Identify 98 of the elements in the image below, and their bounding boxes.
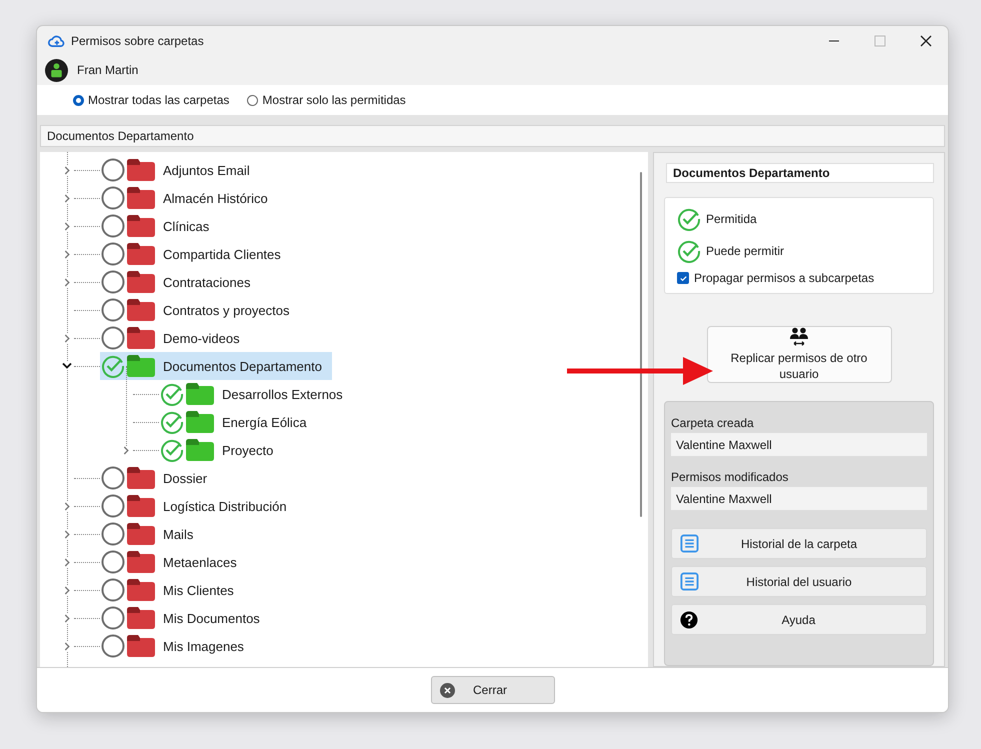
tree-item[interactable]: Dossier	[100, 464, 218, 492]
chevron-right-icon[interactable]	[64, 642, 70, 650]
chevron-right-icon[interactable]	[64, 250, 70, 258]
action-button[interactable]: Ayuda	[671, 604, 927, 635]
empty-circle-icon[interactable]	[101, 298, 125, 322]
document-list-icon	[680, 572, 699, 591]
empty-circle-icon[interactable]	[101, 270, 125, 294]
tree-item[interactable]: Documentos Departamento	[100, 352, 332, 380]
tree-item[interactable]: Proyecto	[159, 436, 284, 464]
check-circle-icon[interactable]	[101, 354, 125, 378]
propagate-checkbox[interactable]: Propagar permisos a subcarpetas	[677, 271, 921, 285]
close-button[interactable]: Cerrar	[430, 676, 554, 704]
user-avatar-icon	[45, 58, 68, 82]
empty-circle-icon[interactable]	[101, 158, 125, 182]
folder-name: Compartida Clientes	[163, 246, 281, 262]
folder-name: Adjuntos Email	[163, 162, 250, 178]
permission-label: Puede permitir	[706, 244, 784, 258]
chevron-right-icon[interactable]	[64, 530, 70, 538]
chevron-right-icon[interactable]	[64, 278, 70, 286]
folder-name: Desarrollos Externos	[222, 386, 343, 402]
window-title: Permisos sobre carpetas	[71, 34, 205, 48]
folder-name: Mis Documentos	[163, 610, 260, 626]
check-circle-icon[interactable]	[160, 410, 184, 434]
tree-item[interactable]: Logística Distribución	[100, 492, 297, 520]
folder-name: Documentos Departamento	[163, 358, 322, 374]
tree-item[interactable]: Contrataciones	[100, 268, 260, 296]
people-icon	[789, 327, 809, 347]
chevron-down-icon[interactable]	[62, 362, 72, 370]
tree-item[interactable]: Adjuntos Email	[100, 156, 260, 184]
chevron-right-icon[interactable]	[64, 502, 70, 510]
tree-item[interactable]: Mis Imagenes	[100, 632, 254, 660]
radio-option[interactable]: Mostrar solo las permitidas	[247, 93, 406, 107]
tree-item[interactable]: Mails	[100, 520, 204, 548]
chevron-right-icon[interactable]	[64, 166, 70, 174]
chevron-right-icon[interactable]	[64, 194, 70, 202]
tree-item[interactable]: Demo-videos	[100, 324, 250, 352]
folder-name-field: Documentos Departamento	[666, 163, 934, 183]
empty-circle-icon[interactable]	[101, 550, 125, 574]
folder-name: Logística Distribución	[163, 498, 287, 514]
chevron-right-icon[interactable]	[64, 222, 70, 230]
chevron-right-icon[interactable]	[64, 334, 70, 342]
check-circle-icon[interactable]	[160, 438, 184, 462]
chevron-right-icon[interactable]	[64, 558, 70, 566]
empty-circle-icon[interactable]	[101, 606, 125, 630]
folder-name: Clínicas	[163, 218, 210, 234]
tree-item[interactable]: Mis Clientes	[100, 576, 244, 604]
tree-item[interactable]: Clínicas	[100, 212, 220, 240]
tree-item[interactable]: Desarrollos Externos	[159, 380, 353, 408]
path-field: Documentos Departamento	[40, 125, 945, 147]
folder-name: Mails	[163, 526, 194, 542]
empty-circle-icon[interactable]	[101, 522, 125, 546]
tree-item[interactable]: Almacén Histórico	[100, 184, 278, 212]
folder-name: Mis Clientes	[163, 582, 234, 598]
value-field: Valentine Maxwell	[671, 433, 927, 456]
field-label: Permisos modificados	[671, 470, 790, 484]
permission-label: Permitida	[706, 212, 757, 226]
close-icon[interactable]	[920, 34, 932, 46]
close-icon	[440, 682, 454, 698]
action-button[interactable]: Historial de la carpeta	[671, 528, 927, 559]
action-button[interactable]: Historial del usuario	[671, 566, 927, 597]
empty-circle-icon[interactable]	[101, 214, 125, 238]
empty-circle-icon[interactable]	[101, 466, 125, 490]
folder-name: Metaenlaces	[163, 554, 237, 570]
check-circle-icon[interactable]	[677, 238, 701, 262]
check-circle-icon[interactable]	[677, 206, 701, 230]
cloud-icon	[48, 34, 65, 46]
folder-name: Contrataciones	[163, 274, 250, 290]
tree-item[interactable]: Energía Eólica	[159, 408, 317, 436]
chevron-right-icon[interactable]	[64, 614, 70, 622]
empty-circle-icon[interactable]	[101, 634, 125, 658]
empty-circle-icon[interactable]	[101, 578, 125, 602]
empty-circle-icon[interactable]	[101, 326, 125, 350]
radio-option[interactable]: Mostrar todas las carpetas	[73, 93, 230, 107]
tree-item[interactable]: Compartida Clientes	[100, 240, 291, 268]
tree-item[interactable]: Metaenlaces	[100, 548, 247, 576]
folder-name: Proyecto	[222, 442, 274, 458]
folder-name: Mis Imagenes	[163, 638, 244, 654]
tree-item[interactable]: Mis Documentos	[100, 604, 270, 632]
folder-name: Demo-videos	[163, 330, 240, 346]
empty-circle-icon[interactable]	[101, 242, 125, 266]
chevron-right-icon[interactable]	[122, 446, 130, 454]
scrollbar-thumb[interactable]	[640, 172, 642, 517]
empty-circle-icon[interactable]	[101, 494, 125, 518]
folder-name: Energía Eólica	[222, 414, 307, 430]
chevron-right-icon[interactable]	[64, 586, 70, 594]
check-circle-icon[interactable]	[160, 382, 184, 406]
document-list-icon	[680, 534, 699, 553]
replicate-button[interactable]: Replicar permisos de otro usuario	[706, 326, 892, 383]
folder-name: Contratos y proyectos	[163, 302, 290, 318]
checkmark-icon	[678, 274, 688, 282]
help-icon	[680, 610, 698, 628]
user-name: Fran Martin	[77, 63, 138, 77]
folder-name: Almacén Histórico	[163, 190, 268, 206]
tree-item[interactable]: Contratos y proyectos	[100, 296, 300, 324]
empty-circle-icon[interactable]	[101, 186, 125, 210]
value-field: Valentine Maxwell	[671, 487, 927, 510]
folder-name: Dossier	[163, 470, 208, 486]
field-label: Carpeta creada	[671, 416, 755, 430]
